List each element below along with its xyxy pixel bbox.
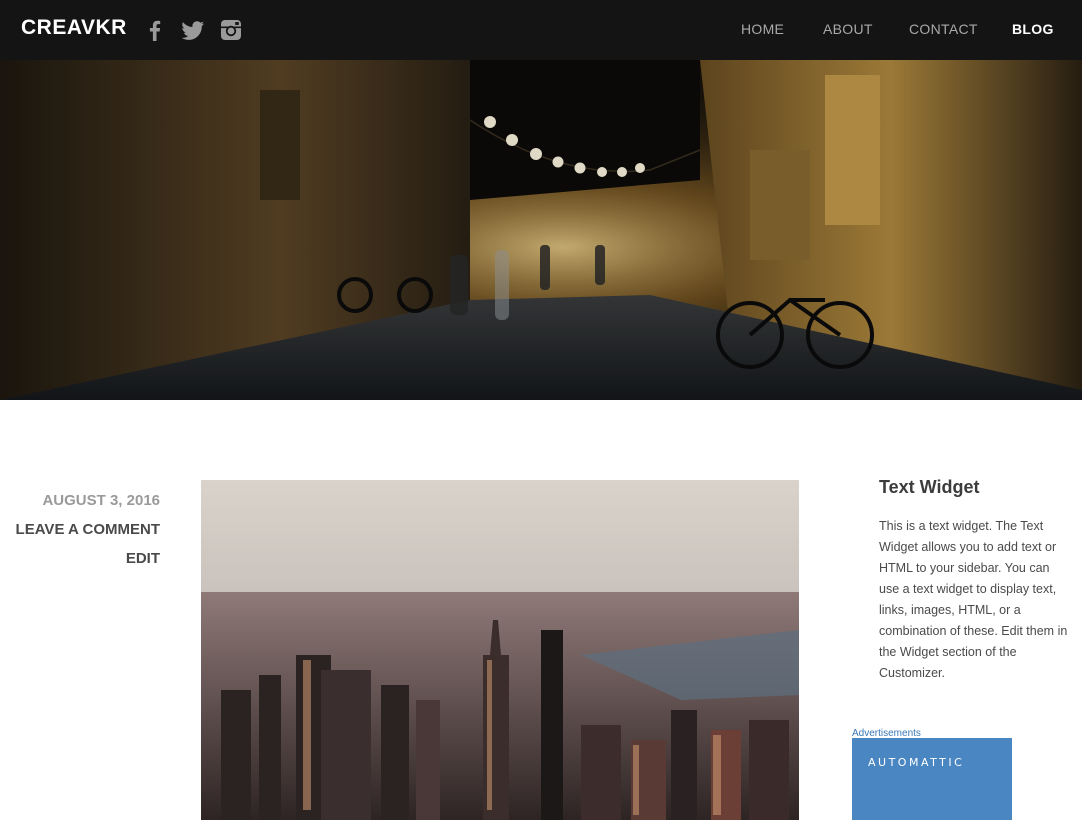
site-header: CREAVKR HOME ABOUT CONTACT BLOG: [0, 0, 1082, 60]
ad-brand-text: AUTOMATTIC: [868, 756, 965, 769]
sidebar-text-widget: Text Widget This is a text widget. The T…: [879, 477, 1069, 684]
widget-title: Text Widget: [879, 477, 980, 497]
nav-contact[interactable]: CONTACT: [909, 21, 978, 37]
social-links: [142, 17, 244, 43]
nav-blog[interactable]: BLOG: [1012, 21, 1054, 37]
advertisement-banner[interactable]: AUTOMATTIC: [852, 738, 1012, 820]
site-logo[interactable]: CREAVKR: [21, 16, 127, 40]
facebook-icon[interactable]: [142, 17, 168, 43]
twitter-icon[interactable]: [180, 17, 206, 43]
post-featured-image[interactable]: [201, 480, 799, 820]
nav-home[interactable]: HOME: [741, 21, 784, 37]
widget-body-text: This is a text widget. The Text Widget a…: [879, 519, 1068, 680]
nav-about[interactable]: ABOUT: [823, 21, 873, 37]
hero-banner-image: [0, 60, 1082, 400]
instagram-icon[interactable]: [218, 17, 244, 43]
edit-post-link[interactable]: EDIT: [0, 544, 160, 573]
leave-comment-link[interactable]: LEAVE A COMMENT: [0, 515, 160, 544]
post-meta: AUGUST 3, 2016 LEAVE A COMMENT EDIT: [0, 486, 160, 573]
post-date[interactable]: AUGUST 3, 2016: [0, 486, 160, 515]
